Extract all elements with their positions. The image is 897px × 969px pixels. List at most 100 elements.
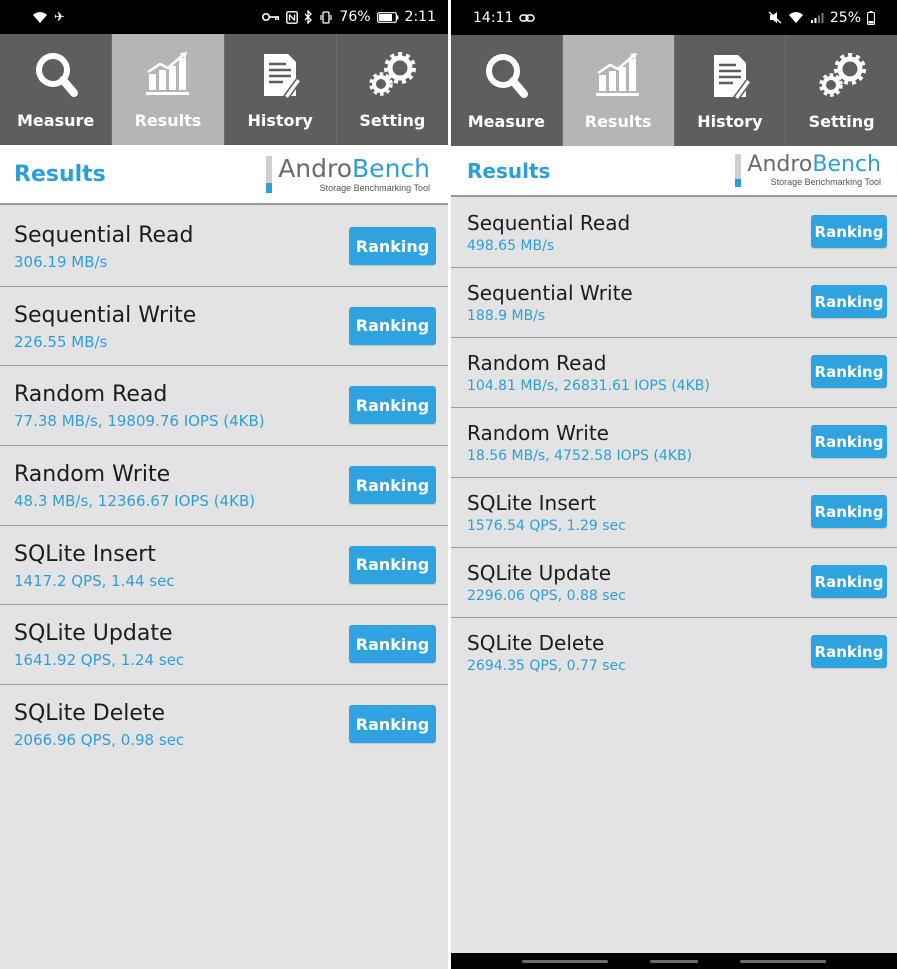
ranking-button[interactable]: Ranking: [349, 306, 436, 345]
result-value: 306.19 MB/s: [14, 253, 108, 271]
result-name: SQLite Update: [467, 561, 612, 585]
bluetooth-icon: [304, 10, 313, 24]
link-icon: [519, 13, 536, 23]
result-value: 1576.54 QPS, 1.29 sec: [467, 518, 626, 534]
phone-screen-right: 14:11 25% Measure Results History Settin…: [451, 0, 897, 969]
tab-setting-label: Setting: [808, 112, 875, 131]
logo-bar-icon: [735, 154, 742, 187]
result-value: 77.38 MB/s, 19809.76 IOPS (4KB): [14, 412, 265, 431]
nfc-icon: [286, 10, 299, 24]
tab-setting[interactable]: Setting: [786, 35, 897, 146]
result-row-sequential-write: Sequential Write 226.55 MB/s Ranking: [0, 287, 448, 367]
result-row-random-read: Random Read 77.38 MB/s, 19809.76 IOPS (4…: [0, 366, 448, 447]
result-name: Sequential Write: [467, 281, 633, 305]
logo-bar-icon: [266, 155, 273, 193]
result-value: 104.81 MB/s, 26831.61 IOPS (4KB): [467, 378, 710, 394]
results-list: Sequential Read 306.19 MB/s Ranking Sequ…: [0, 207, 448, 765]
tab-setting-label: Setting: [359, 111, 426, 130]
result-name: SQLite Insert: [467, 491, 597, 515]
tab-measure-label: Measure: [17, 111, 95, 130]
ranking-button[interactable]: Ranking: [811, 495, 887, 528]
logo-subtitle: Storage Benchmarking Tool: [319, 182, 430, 193]
result-value: 18.56 MB/s, 4752.58 IOPS (4KB): [467, 448, 693, 464]
androbench-logo: AndroBench Storage Benchmarking Tool: [735, 154, 881, 187]
tab-measure[interactable]: Measure: [451, 35, 563, 146]
tab-history-label: History: [247, 111, 313, 130]
top-tab-bar: Measure Results History Setting: [451, 35, 897, 146]
ranking-button[interactable]: Ranking: [349, 545, 436, 584]
vpn-key-icon: [262, 12, 280, 22]
androbench-logo: AndroBench Storage Benchmarking Tool: [266, 153, 430, 193]
ranking-button[interactable]: Ranking: [811, 215, 887, 248]
gesture-hint-recents[interactable]: [740, 959, 826, 963]
result-name: Random Write: [467, 421, 609, 445]
result-row-sqlite-insert: SQLite Insert 1576.54 QPS, 1.29 sec Rank…: [451, 478, 897, 548]
gesture-navigation-bar[interactable]: [451, 953, 897, 969]
result-row-random-read: Random Read 104.81 MB/s, 26831.61 IOPS (…: [451, 338, 897, 408]
document-icon: [713, 55, 752, 102]
top-tab-bar: Measure Results History Setting: [0, 34, 448, 145]
magnifier-icon: [35, 53, 78, 97]
tab-history[interactable]: History: [675, 35, 787, 146]
result-name: SQLite Insert: [14, 541, 156, 567]
mute-icon: [768, 11, 782, 24]
ranking-button[interactable]: Ranking: [349, 466, 436, 505]
battery-icon: [867, 10, 875, 25]
result-row-sequential-read: Sequential Read 498.65 MB/s Ranking: [451, 198, 897, 268]
result-row-sqlite-update: SQLite Update 2296.06 QPS, 0.88 sec Rank…: [451, 548, 897, 618]
tab-setting[interactable]: Setting: [337, 34, 448, 145]
result-row-random-write: Random Write 18.56 MB/s, 4752.58 IOPS (4…: [451, 408, 897, 478]
page-title: Results: [14, 161, 106, 187]
clock: 14:11: [473, 9, 514, 26]
result-row-random-write: Random Write 48.3 MB/s, 12366.67 IOPS (4…: [0, 446, 448, 526]
battery-percent: 25%: [829, 9, 861, 26]
ranking-button[interactable]: Ranking: [811, 565, 887, 598]
tab-history[interactable]: History: [225, 34, 337, 145]
magnifier-icon: [486, 54, 529, 98]
logo-bench-text: Bench: [812, 152, 881, 177]
tab-measure-label: Measure: [467, 112, 545, 131]
result-row-sequential-read: Sequential Read 306.19 MB/s Ranking: [0, 207, 448, 287]
tab-results-label: Results: [584, 112, 652, 131]
ranking-button[interactable]: Ranking: [811, 635, 887, 668]
result-value: 1641.92 QPS, 1.24 sec: [14, 651, 185, 670]
wifi-icon: [788, 11, 804, 24]
bar-chart-icon: [596, 53, 640, 96]
result-name: Random Read: [467, 351, 607, 375]
ranking-button[interactable]: Ranking: [811, 355, 887, 388]
battery-icon: [376, 11, 399, 23]
result-name: SQLite Delete: [14, 701, 166, 727]
gears-icon: [369, 52, 417, 96]
ranking-button[interactable]: Ranking: [349, 625, 436, 664]
result-name: SQLite Delete: [467, 631, 605, 655]
ranking-button[interactable]: Ranking: [811, 285, 887, 318]
bar-chart-icon: [145, 52, 189, 95]
gesture-hint-home[interactable]: [650, 959, 698, 963]
results-header: Results AndroBench Storage Benchmarking …: [0, 145, 448, 205]
results-list: Sequential Read 498.65 MB/s Ranking Sequ…: [451, 198, 897, 688]
logo-andro-text: Andro: [747, 152, 813, 177]
ranking-button[interactable]: Ranking: [349, 227, 436, 265]
logo-andro-text: Andro: [278, 153, 353, 183]
clock: 2:11: [404, 9, 436, 25]
tab-measure[interactable]: Measure: [0, 34, 113, 145]
ranking-button[interactable]: Ranking: [349, 705, 436, 744]
signal-icon: [810, 12, 824, 24]
ranking-button[interactable]: Ranking: [811, 425, 887, 458]
result-value: 188.9 MB/s: [467, 308, 546, 324]
document-icon: [264, 54, 303, 101]
tab-results[interactable]: Results: [112, 34, 225, 145]
logo-subtitle: Storage Benchmarking Tool: [770, 177, 881, 187]
result-name: Random Read: [14, 382, 168, 408]
status-bar: 14:11 25%: [451, 0, 897, 35]
result-value: 2694.35 QPS, 0.77 sec: [467, 658, 626, 674]
phone-screen-left: ✈ 76% 2:11 Measure Results History Setti…: [0, 0, 448, 969]
vibrate-icon: [319, 10, 333, 24]
results-header: Results AndroBench Storage Benchmarking …: [451, 146, 897, 197]
battery-percent: 76%: [339, 9, 371, 25]
ranking-button[interactable]: Ranking: [349, 386, 436, 425]
result-name: SQLite Update: [14, 621, 173, 647]
tab-results[interactable]: Results: [562, 35, 675, 146]
gesture-hint-back[interactable]: [522, 959, 608, 963]
result-name: Sequential Read: [14, 223, 194, 248]
